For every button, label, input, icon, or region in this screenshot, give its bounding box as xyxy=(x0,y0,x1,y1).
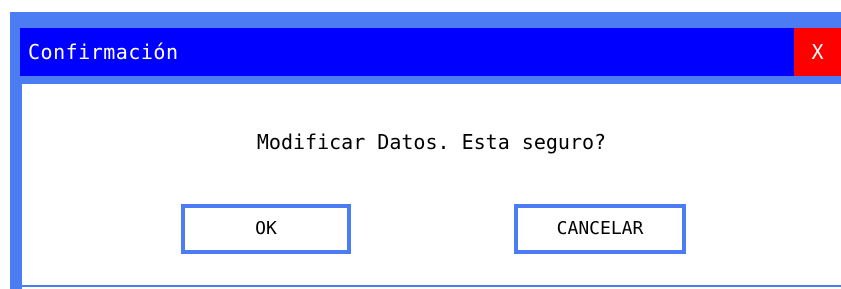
dialog-top-border xyxy=(10,12,841,20)
dialog-title: Confirmación xyxy=(28,40,179,64)
confirmation-dialog: Confirmación X Modificar Datos. Esta seg… xyxy=(0,0,841,289)
confirmation-message: Modificar Datos. Esta seguro? xyxy=(256,130,607,154)
ok-button[interactable]: OK xyxy=(181,204,351,254)
dialog-bottom-border xyxy=(22,285,841,287)
dialog-left-border xyxy=(10,84,22,289)
cancel-button[interactable]: CANCELAR xyxy=(514,204,686,254)
dialog-titlebar: Confirmación X xyxy=(10,20,841,84)
close-button[interactable]: X xyxy=(794,28,841,76)
